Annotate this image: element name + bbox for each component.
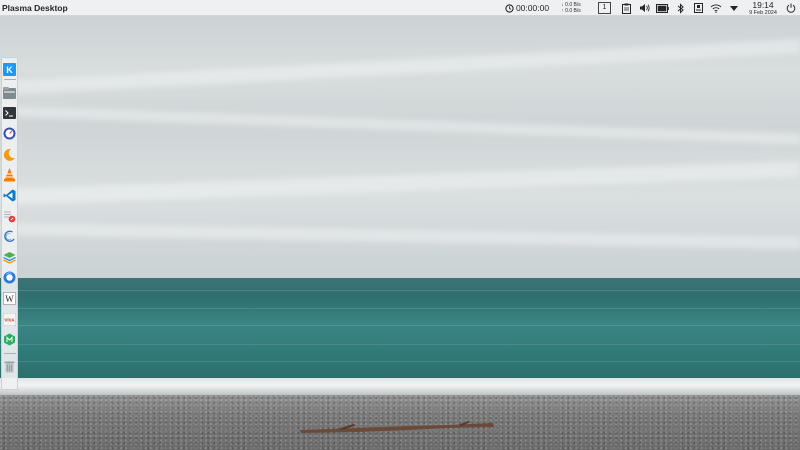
trash-icon[interactable] <box>2 358 17 375</box>
desktop-pager-label: 1 <box>598 2 611 14</box>
clock-time: 19:14 <box>752 0 774 10</box>
browser-icon[interactable] <box>2 228 17 245</box>
file-manager-icon[interactable] <box>2 84 17 101</box>
virtual-desktop-pager[interactable]: 1 <box>586 0 617 16</box>
layers-app-icon[interactable] <box>2 249 17 266</box>
sky-cloud-streak <box>0 39 800 95</box>
svg-text:W: W <box>5 294 14 304</box>
dock-separator <box>3 353 16 355</box>
sky-cloud-streak <box>0 223 800 249</box>
timer-widget[interactable]: 00:00:00 <box>504 0 550 16</box>
calendar-icon[interactable] <box>2 146 17 163</box>
network-speed-widget[interactable]: ↓ 0.0 B/s ↑ 0.0 B/s <box>556 0 586 16</box>
top-panel: Plasma Desktop 00:00:00 ↓ 0.0 B/s ↑ 0.0 … <box>0 0 800 16</box>
wallpaper-sky <box>0 0 800 280</box>
clock-date: 9 Feb 2024 <box>749 9 777 16</box>
timer-value: 00:00:00 <box>515 3 550 13</box>
bluetooth-icon[interactable] <box>671 0 689 16</box>
kde-menu-icon[interactable]: K <box>2 61 17 78</box>
power-icon[interactable] <box>782 0 800 16</box>
volume-icon[interactable] <box>635 0 653 16</box>
wifi-icon[interactable] <box>707 0 725 16</box>
sky-cloud-streak <box>0 106 800 144</box>
expand-tray-icon[interactable] <box>725 0 743 16</box>
net-up-speed: ↑ 0.0 B/s <box>561 8 581 14</box>
text-editor-icon[interactable] <box>2 208 17 225</box>
wallpaper-sea <box>0 278 800 384</box>
vscode-icon[interactable] <box>2 187 17 204</box>
viva-icon[interactable]: VIVA <box>2 311 17 328</box>
wikipedia-icon[interactable]: W <box>2 290 17 307</box>
left-dock-panel: K W VIVA <box>1 57 18 390</box>
timer-clock-icon <box>505 3 514 13</box>
firefox-icon[interactable] <box>2 269 17 286</box>
device-notifier-icon[interactable] <box>689 0 707 16</box>
active-window-title[interactable]: Plasma Desktop <box>0 3 68 13</box>
system-monitor-icon[interactable] <box>2 125 17 142</box>
wallpaper-surf <box>0 378 800 396</box>
vlc-icon[interactable] <box>2 166 17 183</box>
battery-icon[interactable] <box>653 0 671 16</box>
clipboard-icon[interactable] <box>617 0 635 16</box>
system-tray: 00:00:00 ↓ 0.0 B/s ↑ 0.0 B/s 1 19:14 9 F… <box>504 0 800 16</box>
terminal-icon[interactable] <box>2 105 17 122</box>
sky-cloud-streak <box>0 161 800 205</box>
green-app-icon[interactable] <box>2 331 17 348</box>
svg-text:VIVA: VIVA <box>4 317 15 322</box>
digital-clock[interactable]: 19:14 9 Feb 2024 <box>746 0 780 16</box>
desktop-wallpaper[interactable] <box>0 0 800 450</box>
driftwood-image <box>300 421 494 433</box>
dock-separator <box>3 79 16 80</box>
svg-text:K: K <box>6 65 13 75</box>
